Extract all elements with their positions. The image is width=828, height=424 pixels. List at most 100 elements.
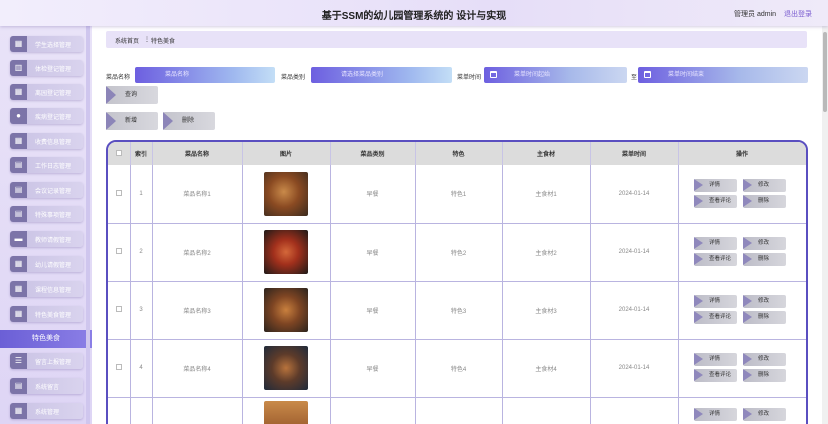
doc-icon: ▤ [10, 378, 27, 394]
row-index: 1 [130, 165, 153, 224]
edit-button[interactable]: 修改 [743, 237, 786, 250]
row-checkbox[interactable] [115, 306, 122, 312]
sidebar-item-health-check[interactable]: ▥ 体检登记管理 [10, 60, 83, 76]
add-button[interactable]: 新增 [106, 112, 158, 130]
food-image[interactable] [264, 171, 308, 216]
column-header: 特色 [415, 142, 503, 165]
sidebar-item-work-log[interactable]: ▤ 工作日志管理 [10, 157, 83, 173]
search-button[interactable]: 查询 [106, 86, 158, 104]
review-button[interactable]: 查看评论 [694, 194, 737, 208]
detail-button[interactable]: 详情 [694, 353, 737, 366]
arrow-icon [694, 369, 703, 381]
review-button[interactable]: 查看评论 [694, 253, 737, 266]
column-header: 操作 [678, 142, 806, 165]
arrow-icon [743, 407, 752, 420]
sidebar-item-message-report[interactable]: ☰ 留言上报管理 [10, 353, 83, 369]
type-filter-select[interactable]: 请选择菜品类别 [311, 67, 452, 83]
sidebar-item-leave-register[interactable]: ▦ 离园登记管理 [10, 84, 83, 100]
row-food-name: 菜品名称4 [152, 339, 243, 398]
select-all-checkbox[interactable] [115, 149, 122, 156]
grid-icon: ▦ [10, 256, 27, 272]
review-button[interactable]: 查看评论 [694, 369, 737, 382]
food-image[interactable] [264, 346, 308, 390]
food-image[interactable] [264, 288, 308, 332]
sidebar-item-active-food[interactable]: 特色美食 [0, 330, 92, 348]
time-end-input[interactable]: 菜单时间结束 [638, 67, 808, 83]
row-checkbox[interactable] [115, 248, 122, 254]
table-row: 3 菜品名称3 早餐 特色3 主食材3 2024-01-14 详情 修改 查看评… [108, 281, 806, 340]
doc-icon: ▤ [10, 157, 27, 173]
calendar-icon [644, 71, 651, 78]
row-feature: 特色4 [415, 339, 503, 398]
row-date: 2024-01-14 [590, 223, 679, 282]
page-scrollbar-thumb[interactable] [823, 32, 827, 112]
grid-icon: ▦ [10, 403, 27, 419]
row-ingredient: 主食材4 [502, 339, 591, 398]
arrow-icon [743, 369, 752, 381]
logout-link[interactable]: 退出登录 [784, 11, 812, 18]
time-start-placeholder: 菜单时间起始 [514, 72, 551, 78]
row-actions: 详情 修改 查看评论 删除 [694, 237, 790, 267]
sidebar-item-disease[interactable]: ● 疾病登记管理 [10, 108, 83, 124]
row-delete-button[interactable]: 删除 [743, 369, 786, 382]
arrow-icon [694, 407, 703, 420]
edit-button[interactable]: 修改 [743, 407, 786, 421]
page-scrollbar[interactable] [822, 26, 828, 424]
sidebar-item-special[interactable]: ▤ 特殊事项管理 [10, 206, 83, 222]
breadcrumb-separator: ⋮ [144, 37, 150, 43]
arrow-icon [694, 237, 703, 249]
detail-button[interactable]: 详情 [694, 178, 737, 192]
row-checkbox[interactable] [115, 189, 122, 196]
sidebar-item-system-manage[interactable]: ▦ 系统管理 [10, 403, 83, 419]
review-button[interactable]: 查看评论 [694, 311, 737, 324]
sidebar-item-child-leave[interactable]: ▦ 幼儿请假管理 [10, 256, 83, 272]
edit-button[interactable]: 修改 [743, 178, 786, 192]
column-header: 菜单时间 [590, 142, 679, 165]
row-ingredient: 主食材2 [502, 223, 591, 282]
sidebar-item-course[interactable]: ▦ 课程信息管理 [10, 281, 83, 297]
row-index: 2 [130, 223, 153, 282]
arrow-icon [743, 295, 752, 307]
row-index: 3 [130, 281, 153, 340]
row-feature: 特色3 [415, 281, 503, 340]
edit-button[interactable]: 修改 [743, 295, 786, 308]
detail-button[interactable]: 详情 [694, 295, 737, 308]
arrow-icon [694, 253, 703, 265]
sidebar-item-system-message[interactable]: ▤ 系统留言 [10, 378, 83, 394]
column-header: 主食材 [502, 142, 591, 165]
table-row: 1 菜品名称1 早餐 特色1 主食材1 2024-01-14 详情 修改 查看评… [108, 165, 806, 224]
column-header: 菜品类别 [330, 142, 416, 165]
breadcrumb-home[interactable]: 系统首页 [115, 36, 139, 45]
food-image[interactable] [264, 230, 308, 274]
doc-icon: ▤ [10, 206, 27, 222]
time-start-input[interactable]: 菜单时间起始 [484, 67, 627, 83]
name-filter-label: 菜品名称 [106, 75, 131, 81]
sidebar-item-fees[interactable]: ▦ 收费信息管理 [10, 133, 83, 149]
delete-button[interactable]: 删除 [163, 112, 215, 130]
row-delete-button[interactable]: 删除 [743, 253, 786, 266]
sidebar-item-student-select[interactable]: ▦ 学生选择管理 [10, 36, 83, 52]
sidebar-item-food[interactable]: ▦ 特色美食管理 [10, 306, 83, 322]
folder-icon: ▬ [10, 231, 27, 247]
row-food-name: 菜品名称1 [152, 165, 243, 224]
arrow-icon [743, 253, 752, 265]
arrow-icon [163, 112, 173, 130]
row-delete-button[interactable]: 删除 [743, 311, 786, 324]
grid-icon: ▦ [10, 84, 27, 100]
food-image[interactable] [264, 400, 308, 424]
row-delete-button[interactable]: 删除 [743, 194, 786, 208]
sidebar: ▦ 学生选择管理 ▥ 体检登记管理 ▦ 离园登记管理 ● 疾病登记管理 ▦ 收费信息管理 … [0, 26, 92, 424]
type-filter-label: 菜品类别 [281, 75, 306, 81]
breadcrumb-current: 特色美食 [151, 39, 176, 45]
detail-button[interactable]: 详情 [694, 407, 737, 421]
sidebar-scrollbar[interactable] [86, 26, 90, 424]
table-header-row: 索引 菜品名称 图片 菜品类别 特色 主食材 菜单时间 操作 [108, 142, 806, 165]
sidebar-item-teacher-leave[interactable]: ▬ 教师请假管理 [10, 231, 83, 247]
row-ingredient: 主食材3 [502, 281, 591, 340]
row-checkbox[interactable] [115, 364, 122, 370]
row-date: 2024-01-14 [590, 165, 679, 224]
sidebar-item-meeting[interactable]: ▤ 会议记录管理 [10, 182, 83, 198]
name-filter-input[interactable]: 菜品名称 [135, 67, 275, 83]
detail-button[interactable]: 详情 [694, 237, 737, 250]
edit-button[interactable]: 修改 [743, 353, 786, 366]
